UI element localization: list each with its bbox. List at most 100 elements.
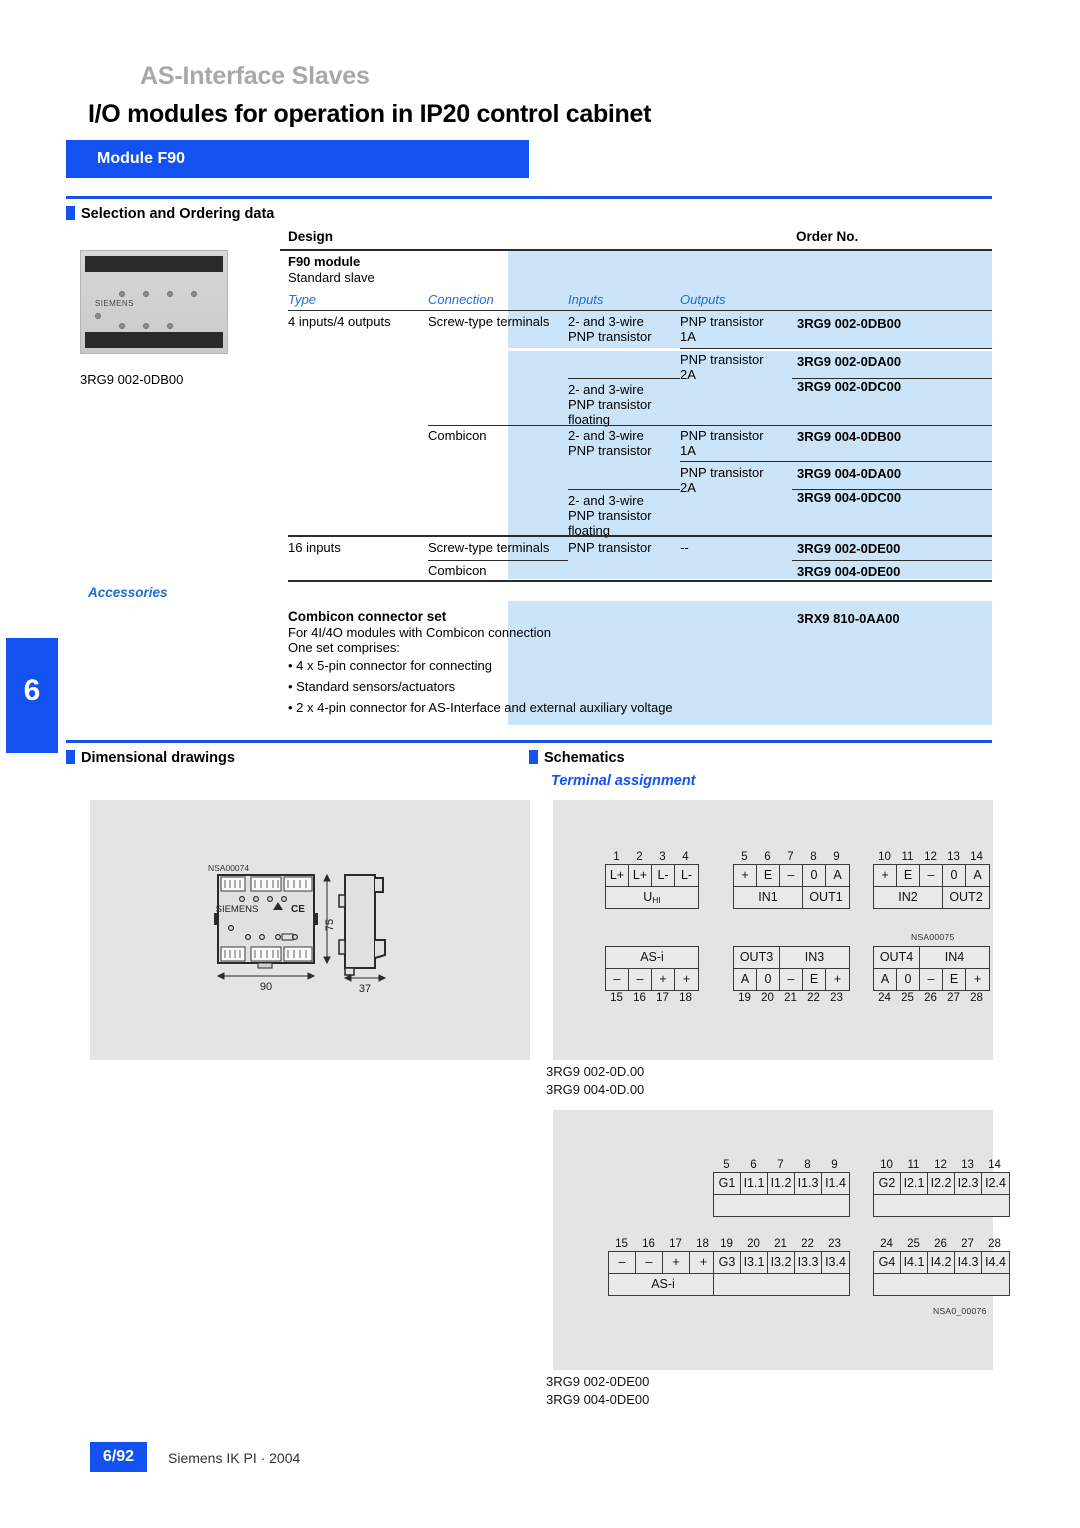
table-rule <box>568 489 680 490</box>
subcol-header-connection: Connection <box>428 292 494 307</box>
table-rule <box>428 560 568 561</box>
row-8-connection: Combicon <box>428 563 487 578</box>
terminal-cells: G1 I1.1 I1.2 I1.3 I1.4 <box>713 1172 850 1195</box>
terminal-block-in2-out2: 10 11 12 13 14 + E –0 A IN2 OUT2 <box>873 850 990 909</box>
terminal-cells: – – + + <box>605 969 699 991</box>
terminal-label-row: AS-i <box>608 1274 718 1296</box>
terminal-block-uhi: 1234 L+ L+ L- L- UHI <box>605 850 699 909</box>
schematic-2-caption-line-1: 3RG9 002-0DE00 <box>546 1374 650 1389</box>
row-7-inputs: PNP transistor <box>568 540 652 555</box>
table-rule <box>288 535 992 537</box>
dimensional-drawing-panel: NSA00074 75 90 37 SIEMENS CE <box>90 800 530 1060</box>
accessories-bullet-text: Standard sensors/actuators <box>296 679 456 694</box>
terminal-label-row <box>713 1195 850 1217</box>
svg-text:37: 37 <box>359 983 371 995</box>
photo-led <box>167 323 173 329</box>
section-marker-icon <box>529 750 538 764</box>
section-dimensional-drawings: Dimensional drawings <box>66 740 529 767</box>
terminal-cells: G3 I3.1 I3.2 I3.3 I3.4 <box>713 1251 850 1274</box>
schematic-2-caption-line-2: 3RG9 004-0DE00 <box>546 1392 650 1407</box>
terminal-cells: A0 – E + <box>733 969 850 991</box>
table-group-subtitle: Standard slave <box>288 270 375 285</box>
row-4-order-no: 3RG9 004-0DB00 <box>797 429 902 444</box>
module-banner-label: Module F90 <box>97 150 186 167</box>
document-page: AS-Interface Slaves I/O modules for oper… <box>0 0 1080 1528</box>
svg-text:90: 90 <box>260 981 272 993</box>
photo-terminal-strip-bottom <box>85 332 223 348</box>
terminal-numbers: 19 20 21 22 23 <box>738 992 843 1004</box>
photo-led <box>119 323 125 329</box>
terminal-cells: – – + + <box>608 1251 718 1274</box>
dimensional-drawing-svg: 75 90 37 SIEMENS CE <box>214 873 387 995</box>
table-rule <box>288 580 992 582</box>
row-2-outputs: PNP transistor 2A <box>680 352 764 382</box>
photo-led <box>95 313 101 319</box>
schematic-1-caption-line-2: 3RG9 004-0D.00 <box>546 1082 645 1097</box>
table-group-title: F90 module <box>288 254 361 269</box>
row-4-connection: Combicon <box>428 428 487 443</box>
table-rule <box>680 461 992 462</box>
terminal-block-out3-in3: OUT3 IN3 A0 – E + 19 20 21 22 23 <box>733 946 850 1005</box>
row-7-type: 16 inputs <box>288 540 341 555</box>
terminal-cells: L+ L+ L- L- <box>605 864 699 887</box>
terminal-numbers: 19 20 21 22 23 <box>720 1238 841 1250</box>
accessories-bullet-text: 4 x 5-pin connector for connecting <box>296 658 493 673</box>
row-7-outputs: -- <box>680 540 689 555</box>
row-4-outputs: PNP transistor 1A <box>680 428 764 458</box>
terminal-numbers: 15 16 17 18 <box>610 992 692 1004</box>
section-marker-icon <box>66 206 75 220</box>
terminal-cells: G4 I4.1 I4.2 I4.3 I4.4 <box>873 1251 1010 1274</box>
row-7-order-no: 3RG9 002-0DE00 <box>797 541 901 556</box>
row-6-order-no: 3RG9 004-0DC00 <box>797 490 902 505</box>
table-rule <box>428 425 992 426</box>
terminal-block-asi-2: 15 16 17 18 – – + + AS-i <box>608 1237 718 1296</box>
schematic-1-tag: NSA00075 <box>911 932 955 942</box>
table-rule <box>568 378 680 379</box>
ordering-table: Design Order No. <box>280 226 992 251</box>
terminal-numbers: 10 11 12 13 14 <box>878 851 983 863</box>
chapter-tab-number: 6 <box>23 674 41 707</box>
terminal-block-in1-out1: 56789 + E –0 A IN1 OUT1 <box>733 850 850 909</box>
row-5-order-no: 3RG9 004-0DA00 <box>797 466 902 481</box>
terminal-cells: + E –0 A <box>733 864 850 887</box>
terminal-label-row: UHI <box>605 887 699 909</box>
terminal-numbers: 56789 <box>723 1159 838 1171</box>
terminal-label-row: OUT3 IN3 <box>733 946 850 969</box>
accessories-title: Combicon connector set <box>288 609 447 624</box>
footer-page-number: 6/92 <box>102 1448 135 1465</box>
terminal-block-asi: AS-i – – + + 15 16 17 18 <box>605 946 699 1005</box>
terminal-label-row <box>713 1274 850 1296</box>
svg-text:75: 75 <box>324 919 336 931</box>
schematic-2-tag: NSA0_00076 <box>933 1306 987 1316</box>
page-eyebrow: AS-Interface Slaves <box>140 62 370 90</box>
photo-led <box>167 291 173 297</box>
chapter-tab-marker: 6 <box>6 638 58 753</box>
terminal-label-row: IN2 OUT2 <box>873 887 990 909</box>
terminal-cells: A0 – E + <box>873 969 990 991</box>
svg-text:CE: CE <box>291 904 305 915</box>
table-rule <box>792 560 992 561</box>
schematic-1-caption-line-1: 3RG9 002-0D.00 <box>546 1064 645 1079</box>
svg-text:SIEMENS: SIEMENS <box>216 904 259 915</box>
accessories-bullet: • 2 x 4-pin connector for AS-Interface a… <box>288 700 673 715</box>
col-header-design: Design <box>288 229 334 244</box>
row-8-order-no: 3RG9 004-0DE00 <box>797 564 901 579</box>
row-7-connection: Screw-type terminals <box>428 540 550 555</box>
row-3-inputs: 2- and 3-wire PNP transistor floating <box>568 382 652 427</box>
terminal-numbers: 10 11 12 13 14 <box>880 1159 1001 1171</box>
photo-brand-label: SIEMENS <box>95 299 134 308</box>
terminal-numbers: 24 25 26 27 28 <box>878 992 983 1004</box>
terminal-label-row: OUT4 IN4 <box>873 946 990 969</box>
section-selection-ordering: Selection and Ordering data <box>66 196 992 223</box>
terminal-numbers: 1234 <box>613 851 689 863</box>
terminal-assignment-subheading: Terminal assignment <box>551 773 696 789</box>
product-photo-caption: 3RG9 002-0DB00 <box>80 372 184 387</box>
accessories-bullet: • 4 x 5-pin connector for connecting <box>288 658 493 673</box>
terminal-numbers: 56789 <box>741 851 840 863</box>
table-rule <box>288 310 992 311</box>
table-header-row: Design Order No. <box>280 226 992 251</box>
row-5-outputs: PNP transistor 2A <box>680 465 764 495</box>
photo-led <box>191 291 197 297</box>
accessories-bullet-text: 2 x 4-pin connector for AS-Interface and… <box>296 700 673 715</box>
section-schematics: Schematics <box>529 740 992 767</box>
